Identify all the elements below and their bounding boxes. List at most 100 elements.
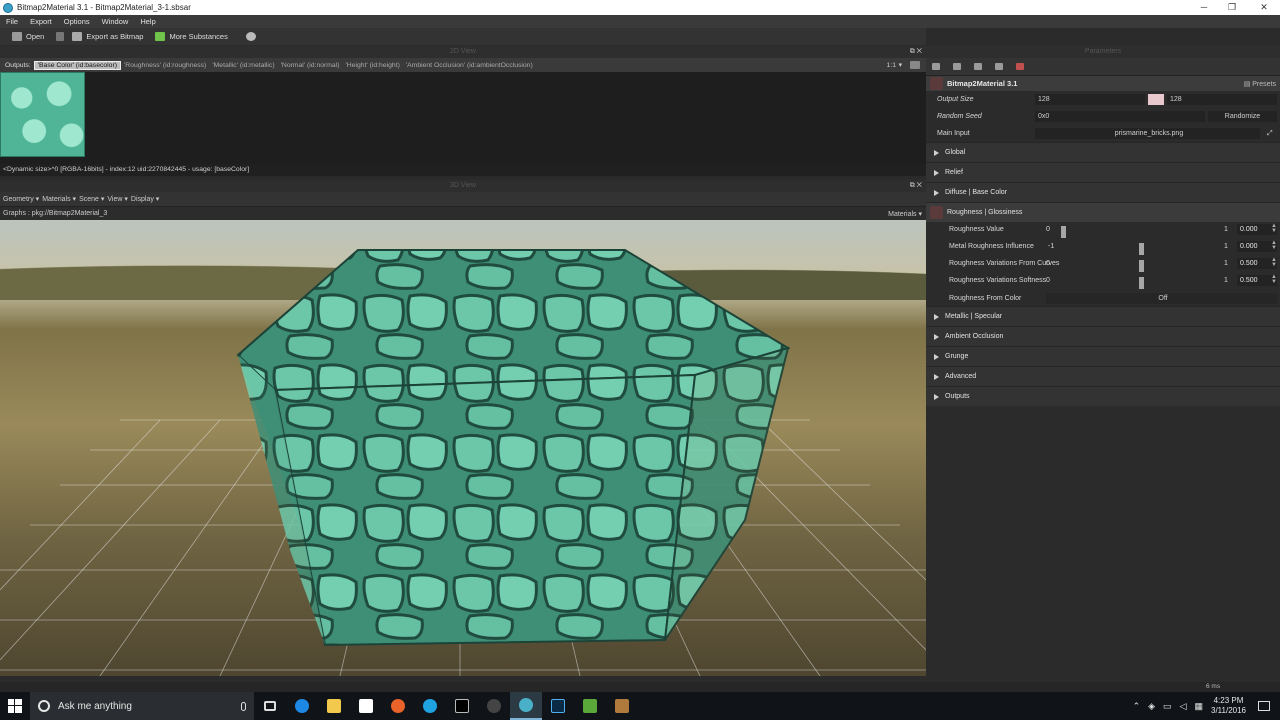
section-outputs[interactable]: Outputs [926, 386, 1280, 406]
view-menu[interactable]: View ▾ [107, 195, 128, 203]
spinner-icon[interactable]: ▲ ▼ [1271, 257, 1277, 268]
section-label: Global [945, 149, 966, 156]
scene-menu[interactable]: Scene ▾ [79, 195, 104, 203]
photoshop-app[interactable] [542, 692, 574, 720]
output-metallic[interactable]: 'Metallic' (id:metallic) [209, 62, 277, 69]
clock[interactable]: 4:23 PM 3/11/2016 [1211, 696, 1246, 716]
slider-max: 1 [1224, 260, 1228, 267]
package-app[interactable] [606, 692, 638, 720]
chevron-up-icon[interactable]: ⌃ [1133, 701, 1141, 712]
spinner-icon[interactable]: ▲ ▼ [1271, 240, 1277, 251]
reset-icon[interactable] [1016, 63, 1024, 70]
section-label: Outputs [945, 393, 970, 400]
section-metallic-specular[interactable]: Metallic | Specular [926, 306, 1280, 326]
section-ambient-occlusion[interactable]: Ambient Occlusion [926, 326, 1280, 346]
start-button[interactable] [0, 692, 30, 720]
slider-track[interactable] [1061, 277, 1221, 289]
volume-icon[interactable]: ◁ [1180, 701, 1187, 712]
new-icon[interactable] [932, 63, 940, 70]
keyboard-icon[interactable]: ▦ [1194, 701, 1203, 712]
microphone-icon[interactable] [241, 701, 246, 711]
materials-menu[interactable]: Materials ▾ [42, 195, 76, 203]
graphs-bar: Graphs : pkg://Bitmap2Material_3 Materia… [0, 206, 926, 220]
slider-handle[interactable] [1061, 226, 1066, 238]
output-basecolor[interactable]: 'Base Color' (id:basecolor) [33, 60, 121, 70]
panel-controls[interactable]: ⧉ ✕ [910, 46, 922, 58]
materials-select[interactable]: Materials ▾ [888, 210, 922, 218]
menu-file[interactable]: File [0, 17, 24, 26]
section-global[interactable]: Global [926, 142, 1280, 162]
panel-controls-3d[interactable]: ⧉ ✕ [910, 180, 922, 192]
menu-options[interactable]: Options [58, 17, 96, 26]
link-icon[interactable] [1148, 94, 1164, 105]
cortana-search-box[interactable]: Ask me anything [30, 692, 254, 720]
spinner-icon[interactable]: ▲ ▼ [1271, 274, 1277, 285]
folder-icon [12, 32, 22, 41]
view-settings-icon[interactable] [910, 61, 920, 69]
menu-export[interactable]: Export [24, 17, 58, 26]
main-input-field[interactable]: prismarine_bricks.png [1035, 128, 1260, 139]
network-icon[interactable]: ◈ [1148, 701, 1155, 712]
output-ambient-occlusion[interactable]: 'Ambient Occlusion' (id:ambientOcclusion… [403, 62, 536, 69]
skype-app[interactable] [414, 692, 446, 720]
section-advanced[interactable]: Advanced [926, 366, 1280, 386]
geometry-menu[interactable]: Geometry ▾ [3, 195, 39, 203]
task-view-button[interactable] [254, 692, 286, 720]
menu-window[interactable]: Window [96, 17, 135, 26]
output-size-width-select[interactable]: 128 [1035, 94, 1145, 105]
3d-viewport[interactable] [0, 220, 926, 676]
bitmap2material-app[interactable] [510, 692, 542, 720]
section-relief[interactable]: Relief [926, 162, 1280, 182]
close-button[interactable]: ✕ [1248, 0, 1280, 15]
texture-view[interactable] [0, 72, 926, 164]
expand-icon[interactable]: ⤢ [1264, 128, 1276, 139]
slider-handle[interactable] [1139, 260, 1144, 272]
settings-button[interactable] [245, 32, 260, 41]
graphs-label[interactable]: Graphs : pkg://Bitmap2Material_3 [3, 210, 107, 217]
minecraft-app[interactable] [574, 692, 606, 720]
reload-button[interactable] [56, 32, 68, 41]
output-size-row: Output Size 128 128 [926, 91, 1280, 108]
chevron-down-icon[interactable]: ▾ [899, 61, 902, 69]
export-bitmap-button[interactable]: Export as Bitmap [72, 32, 143, 41]
section-grunge[interactable]: Grunge [926, 346, 1280, 366]
store-app[interactable] [350, 692, 382, 720]
section-diffuse-base-color[interactable]: Diffuse | Base Color [926, 182, 1280, 202]
spinner-icon[interactable]: ▲ ▼ [1271, 223, 1277, 234]
more-substances-button[interactable]: More Substances [155, 32, 228, 41]
maximize-button[interactable]: ❐ [1216, 0, 1248, 15]
save-icon[interactable] [953, 63, 961, 70]
firefox-app[interactable] [382, 692, 414, 720]
slider-handle[interactable] [1139, 243, 1144, 255]
output-normal[interactable]: 'Normal' (id:normal) [278, 62, 343, 69]
randomize-button[interactable]: Randomize [1208, 111, 1277, 122]
output-roughness[interactable]: 'Roughness' (id:roughness) [121, 62, 209, 69]
slider-handle[interactable] [1139, 277, 1144, 289]
battery-icon[interactable]: ▭ [1163, 701, 1172, 712]
cmd-app[interactable] [446, 692, 478, 720]
edge-app[interactable] [286, 692, 318, 720]
output-height[interactable]: 'Height' (id:height) [342, 62, 402, 69]
output-size-height-select[interactable]: 128 [1167, 94, 1277, 105]
section-roughness-glossiness[interactable]: Roughness | Glossiness [926, 202, 1280, 222]
import-icon[interactable] [974, 63, 982, 70]
slider-label: Metal Roughness Influence [949, 243, 1034, 250]
menu-help[interactable]: Help [134, 17, 161, 26]
zoom-select[interactable]: 1:1 [887, 62, 896, 69]
view-3d-title: 3D View [450, 182, 476, 189]
slider-track[interactable] [1061, 226, 1221, 238]
action-center-icon[interactable] [1258, 701, 1270, 711]
open-button[interactable]: Open [12, 32, 44, 41]
presets-button[interactable]: ▤ Presets [1244, 80, 1276, 88]
roughness-from-color-toggle[interactable]: Off [1046, 292, 1277, 304]
slider-track[interactable] [1061, 260, 1221, 272]
file-explorer-app[interactable] [318, 692, 350, 720]
substance-graph-icon [930, 77, 943, 90]
random-seed-field[interactable]: 0x0 [1035, 111, 1205, 122]
title-bar: Bitmap2Material 3.1 - Bitmap2Material_3-… [0, 0, 1280, 15]
slider-track[interactable] [1061, 243, 1221, 255]
display-menu[interactable]: Display ▾ [131, 195, 159, 203]
export-icon[interactable] [995, 63, 1003, 70]
system-tray: ⌃ ◈ ▭ ◁ ▦ 4:23 PM 3/11/2016 [1129, 692, 1280, 720]
substance-designer-app[interactable] [478, 692, 510, 720]
